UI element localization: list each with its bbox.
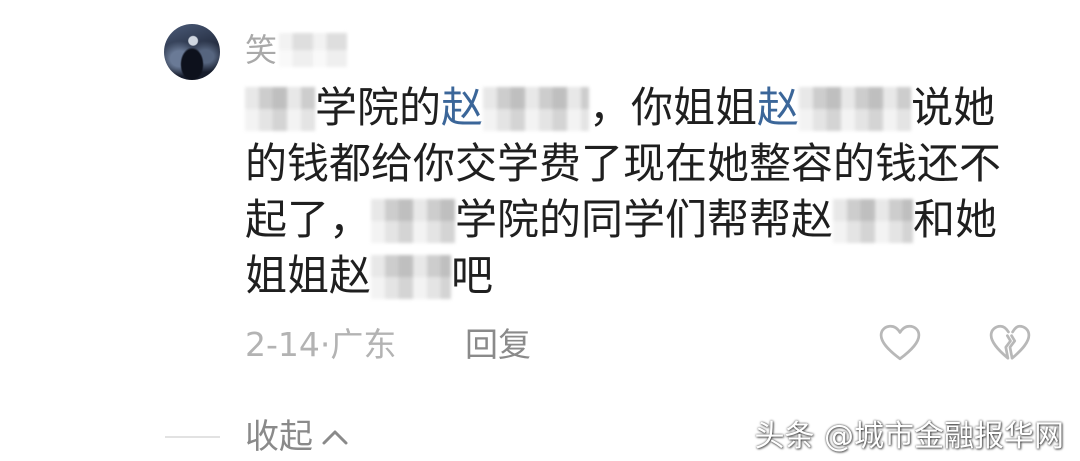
comment-text: 学院的赵 ，你姐姐赵 说她 的钱都给你交学费了现在她整容的钱还不 起了， 学院的同学们… xyxy=(245,80,1075,304)
redacted-mosaic xyxy=(833,199,914,243)
source-watermark: 头条 @城市金融报华网 xyxy=(754,419,1064,454)
reply-button[interactable]: 回复 xyxy=(465,322,531,368)
collapse-divider xyxy=(165,436,220,438)
redacted-mosaic xyxy=(371,199,456,243)
comment-text-segment: ，你姐姐 xyxy=(589,83,758,132)
like-button[interactable] xyxy=(879,324,921,362)
mention-link[interactable]: 赵 xyxy=(441,83,483,132)
avatar[interactable] xyxy=(164,24,220,80)
username[interactable]: 笑 xyxy=(245,30,348,70)
mention-link[interactable]: 赵 xyxy=(757,83,799,132)
dislike-button[interactable] xyxy=(989,324,1031,362)
comment-date-location: 2-14·广东 xyxy=(245,325,397,364)
redacted-mosaic xyxy=(483,87,590,131)
redacted-mosaic xyxy=(245,87,315,131)
collapse-label: 收起 xyxy=(245,417,313,457)
comment-line: 的钱都给你交学费了现在她整容的钱还不 xyxy=(245,136,1075,192)
comment-text-segment: 姐姐赵 xyxy=(245,251,372,300)
username-text: 笑 xyxy=(245,31,278,69)
comment-text-segment: 的钱都给你交学费了现在她整容的钱还不 xyxy=(245,139,1002,188)
broken-heart-icon xyxy=(989,324,1031,362)
comment-text-segment: 学院的同学们帮帮赵 xyxy=(455,195,834,244)
comment-text-segment: 说她 xyxy=(911,83,996,132)
comment-text-segment: 和她 xyxy=(913,195,998,244)
collapse-button[interactable]: 收起 xyxy=(245,416,349,458)
comment-text-segment: 吧 xyxy=(451,251,494,300)
comment-line: 学院的赵 ，你姐姐赵 说她 xyxy=(245,80,1075,136)
comment-line: 起了， 学院的同学们帮帮赵 和她 xyxy=(245,192,1075,248)
redacted-mosaic xyxy=(799,87,912,131)
redacted-mosaic xyxy=(279,33,348,67)
comment-line: 姐姐赵 吧 xyxy=(245,248,1075,304)
redacted-mosaic xyxy=(371,255,452,299)
heart-outline-icon xyxy=(879,324,921,362)
chevron-up-icon xyxy=(321,428,349,446)
comment-text-segment: 起了， xyxy=(245,195,372,244)
comment-text-segment: 学院的 xyxy=(315,83,442,132)
